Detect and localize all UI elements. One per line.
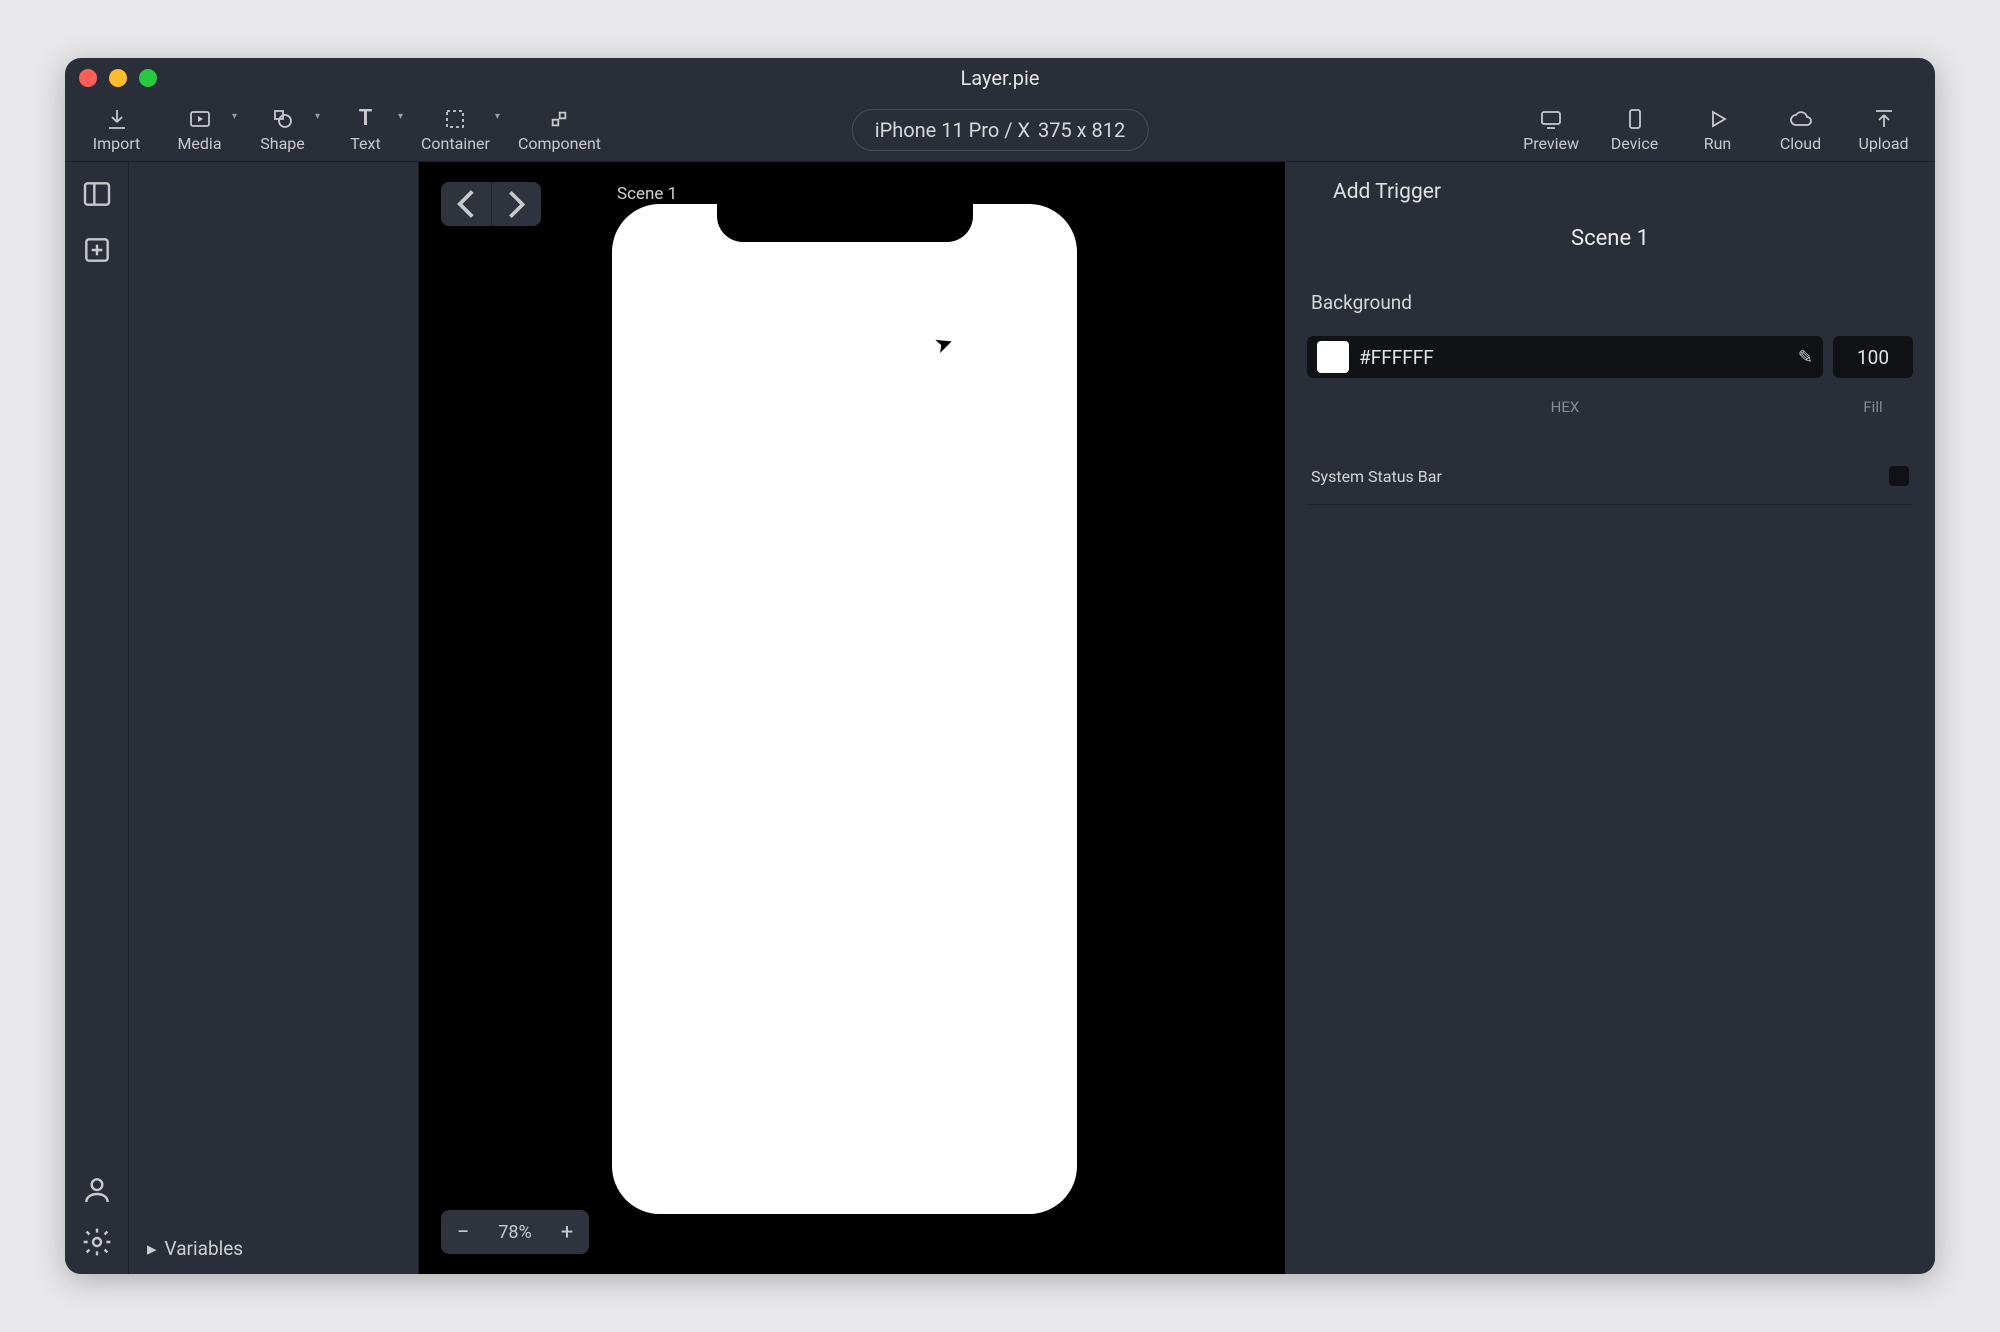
text-icon: T — [354, 107, 378, 131]
zoom-in-button[interactable]: + — [545, 1220, 589, 1245]
cloud-button[interactable]: Cloud — [1773, 107, 1828, 153]
add-trigger-button[interactable]: Add Trigger — [1307, 176, 1913, 208]
close-window-button[interactable] — [79, 69, 97, 87]
background-row: #FFFFFF ✎ 100 — [1307, 336, 1913, 378]
inspector-scene-name: Scene 1 — [1307, 226, 1913, 251]
window-title: Layer.pie — [65, 66, 1935, 90]
variables-label: Variables — [165, 1237, 244, 1260]
cloud-icon — [1789, 107, 1813, 131]
titlebar: Layer.pie — [65, 58, 1935, 98]
import-label: Import — [93, 134, 141, 153]
cloud-label: Cloud — [1780, 134, 1821, 153]
device-name: iPhone 11 Pro / X — [875, 118, 1030, 142]
device-frame[interactable]: ➤ — [612, 204, 1077, 1214]
import-button[interactable]: Import — [89, 107, 144, 153]
forward-button[interactable] — [491, 182, 541, 226]
maximize-window-button[interactable] — [139, 69, 157, 87]
container-icon — [443, 107, 467, 131]
shape-button[interactable]: Shape — [255, 107, 310, 153]
inspector-panel: Add Trigger Scene 1 Background #FFFFFF ✎… — [1285, 162, 1935, 1274]
preview-button[interactable]: Preview — [1523, 107, 1579, 153]
play-icon — [1706, 107, 1730, 131]
upload-button[interactable]: Upload — [1856, 107, 1911, 153]
phone-icon — [1623, 107, 1647, 131]
status-bar-label: System Status Bar — [1311, 467, 1442, 486]
add-panel-button[interactable] — [81, 234, 113, 266]
status-bar-checkbox[interactable] — [1889, 466, 1909, 486]
run-button[interactable]: Run — [1690, 107, 1745, 153]
fill-sublabel: Fill — [1833, 398, 1913, 416]
arrow-right-icon — [492, 182, 541, 226]
scene-label[interactable]: Scene 1 — [617, 184, 677, 204]
window-controls — [79, 69, 157, 87]
component-button[interactable]: Component — [518, 107, 601, 153]
fill-input[interactable]: 100 — [1833, 336, 1913, 378]
upload-icon — [1872, 107, 1896, 131]
media-button[interactable]: Media — [172, 107, 227, 153]
history-nav — [441, 182, 541, 226]
sidebar-icon — [81, 178, 113, 210]
text-label: Text — [350, 134, 380, 153]
zoom-value: 78% — [485, 1222, 545, 1243]
hex-input[interactable]: #FFFFFF ✎ — [1307, 336, 1823, 378]
download-icon — [105, 107, 129, 131]
device-dimensions: 375 x 812 — [1038, 118, 1125, 142]
arrow-left-icon — [441, 182, 491, 226]
panels-toggle-button[interactable] — [81, 178, 113, 210]
media-label: Media — [177, 134, 221, 153]
app-window: Layer.pie Import Media Shape T Text Cont… — [65, 58, 1935, 1274]
app-body: ▸ Variables Scene 1 ➤ − 78% + — [65, 162, 1935, 1274]
variables-toggle[interactable]: ▸ Variables — [129, 1223, 418, 1274]
fill-value: 100 — [1857, 346, 1889, 369]
color-swatch[interactable] — [1317, 341, 1349, 373]
component-icon — [547, 107, 571, 131]
device-notch — [717, 204, 973, 242]
plus-square-icon — [81, 234, 113, 266]
hex-sublabel: HEX — [1307, 398, 1823, 416]
shape-label: Shape — [260, 134, 304, 153]
toolbar: Import Media Shape T Text Container Comp… — [65, 98, 1935, 162]
background-sublabels: HEX Fill — [1307, 398, 1913, 416]
layers-panel: ▸ Variables — [129, 162, 419, 1274]
container-label: Container — [421, 134, 490, 153]
preview-label: Preview — [1523, 134, 1579, 153]
shape-icon — [271, 107, 295, 131]
media-icon — [188, 107, 212, 131]
chevron-right-icon: ▸ — [147, 1237, 157, 1260]
user-icon — [81, 1174, 113, 1206]
device-label: Device — [1611, 134, 1658, 153]
account-button[interactable] — [81, 1174, 113, 1206]
monitor-icon — [1539, 107, 1563, 131]
text-button[interactable]: T Text — [338, 107, 393, 153]
zoom-out-button[interactable]: − — [441, 1220, 485, 1245]
cursor-icon: ➤ — [931, 330, 957, 360]
zoom-control: − 78% + — [441, 1210, 589, 1254]
run-label: Run — [1704, 134, 1732, 153]
device-chip[interactable]: iPhone 11 Pro / X 375 x 812 — [852, 109, 1149, 151]
minimize-window-button[interactable] — [109, 69, 127, 87]
canvas[interactable]: Scene 1 ➤ − 78% + — [419, 162, 1285, 1274]
back-button[interactable] — [441, 182, 491, 226]
gear-icon — [81, 1226, 113, 1258]
device-button[interactable]: Device — [1607, 107, 1662, 153]
upload-label: Upload — [1858, 134, 1908, 153]
container-button[interactable]: Container — [421, 107, 490, 153]
status-bar-row: System Status Bar — [1307, 460, 1913, 505]
left-rail — [65, 162, 129, 1274]
eyedropper-icon[interactable]: ✎ — [1798, 347, 1813, 368]
background-section-label: Background — [1307, 291, 1913, 314]
settings-button[interactable] — [81, 1226, 113, 1258]
hex-value: #FFFFFF — [1359, 346, 1434, 369]
component-label: Component — [518, 134, 601, 153]
